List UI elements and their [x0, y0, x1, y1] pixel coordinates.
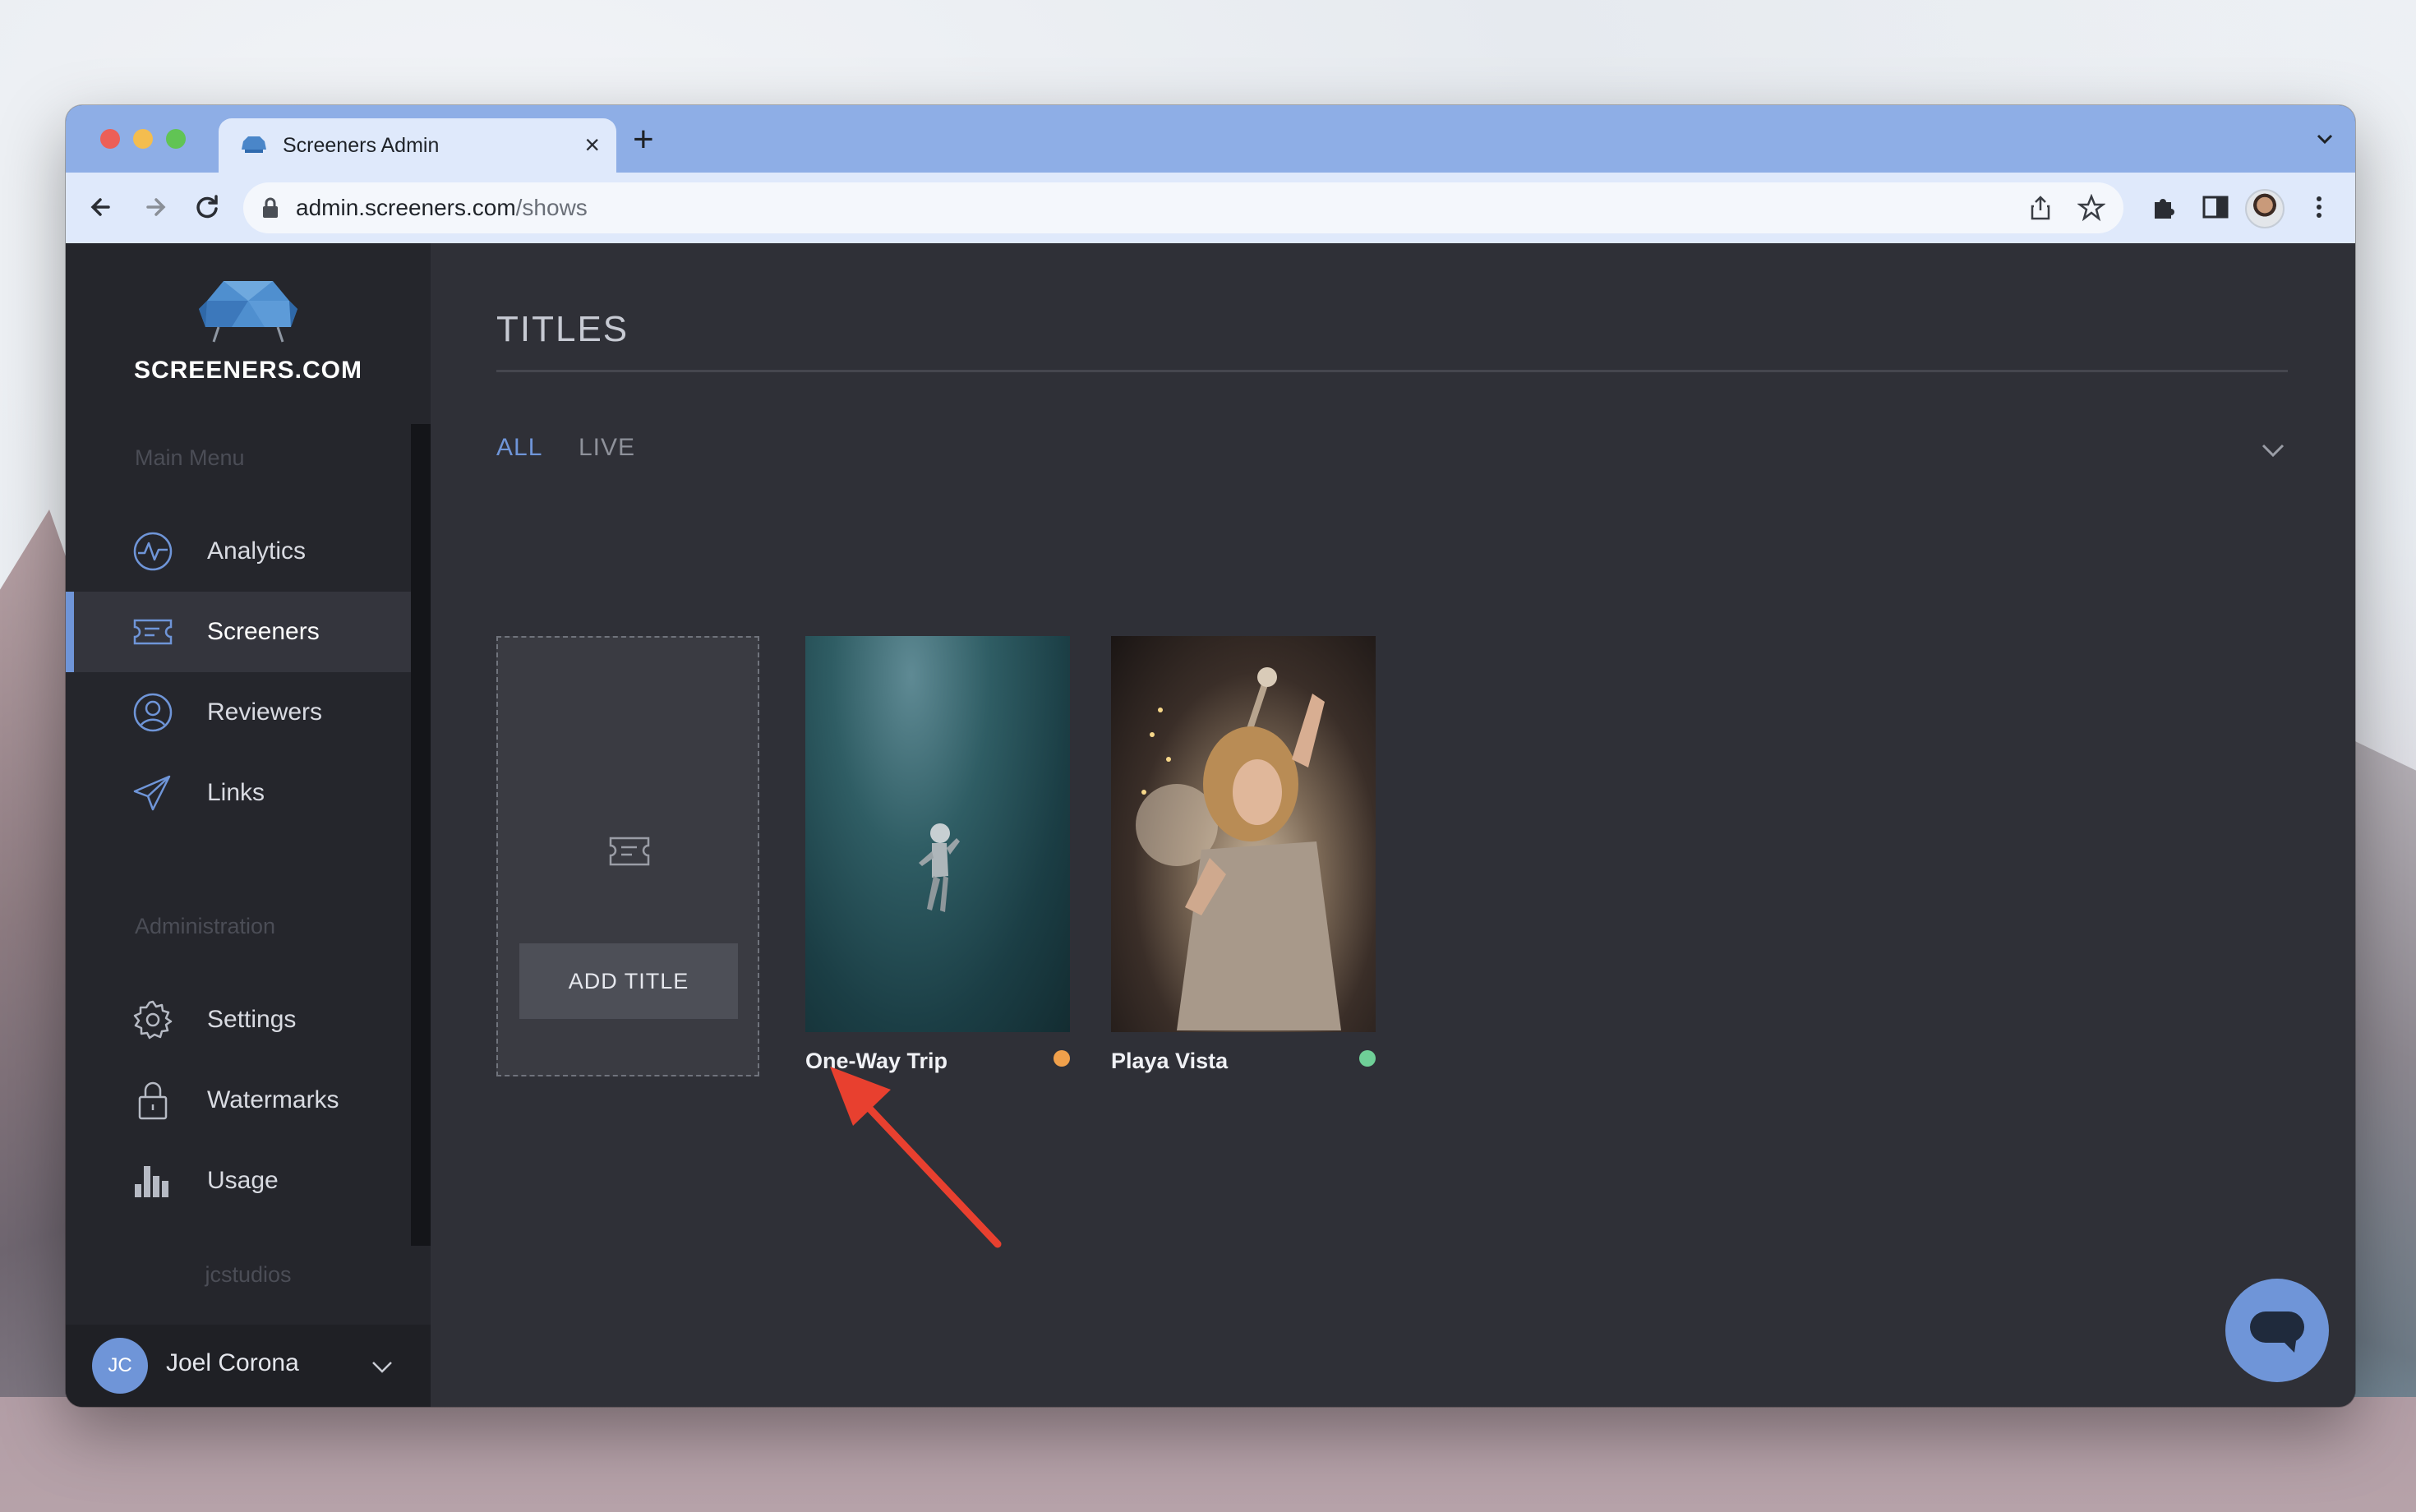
administration-label: Administration — [135, 914, 276, 938]
sidebar-item-links[interactable]: Links — [66, 753, 411, 833]
filter-tab-live[interactable]: LIVE — [579, 434, 635, 462]
ticket-icon — [133, 619, 173, 645]
url-host: admin.screeners.com — [296, 195, 516, 220]
address-bar[interactable]: admin.screeners.com/shows — [243, 182, 2123, 233]
chat-support-button[interactable] — [2225, 1279, 2329, 1382]
lock-icon — [138, 1081, 168, 1120]
browser-tab-strip: Screeners Admin × + — [66, 105, 2355, 173]
sidebar-item-label: Usage — [207, 1167, 279, 1194]
pulse-icon — [133, 532, 173, 571]
title-divider — [496, 370, 2288, 372]
profile-avatar[interactable] — [2245, 189, 2285, 228]
brand-logo[interactable]: SCREENERS.COM — [66, 276, 431, 385]
browser-toolbar: admin.screeners.com/shows — [66, 173, 2355, 244]
sidebar-item-usage[interactable]: Usage — [66, 1141, 411, 1221]
chat-bubble-icon — [2250, 1311, 2304, 1353]
add-title-card[interactable]: ADD TITLE — [496, 636, 759, 1076]
new-tab-icon[interactable]: + — [633, 120, 654, 159]
show-poster[interactable] — [805, 636, 1070, 1032]
show-card[interactable]: One-Way Trip — [805, 636, 1070, 1073]
sidebar-item-reviewers[interactable]: Reviewers — [66, 672, 411, 753]
tab-search-chevron-icon[interactable] — [2312, 127, 2337, 151]
sidebar-item-analytics[interactable]: Analytics — [66, 511, 411, 592]
sidebar: SCREENERS.COM Main Menu Analytics Screen… — [66, 243, 431, 1407]
show-card[interactable]: Playa Vista — [1111, 636, 1376, 1073]
sidebar-item-label: Reviewers — [207, 698, 323, 726]
sidebar-item-screeners[interactable]: Screeners — [66, 592, 411, 672]
bar-chart-icon — [135, 1166, 168, 1197]
annotation-arrow — [830, 1067, 1002, 1248]
dancer-illustration — [1136, 667, 1341, 1030]
chevron-down-icon[interactable] — [2257, 434, 2289, 467]
user-circle-icon — [133, 693, 173, 732]
organization-name: jcstudios — [205, 1262, 292, 1287]
wallpaper-ground — [0, 1397, 2416, 1512]
sidebar-item-label: Links — [207, 779, 265, 806]
show-title[interactable]: Playa Vista — [1111, 1049, 1228, 1074]
app-viewport: SCREENERS.COM Main Menu Analytics Screen… — [66, 243, 2355, 1407]
sidebar-item-settings[interactable]: Settings — [66, 980, 411, 1060]
logo-text: SCREENERS.COM — [133, 357, 363, 384]
sidebar-item-label: Settings — [207, 1006, 297, 1033]
gear-icon — [133, 1000, 173, 1040]
browser-tab[interactable]: Screeners Admin × — [219, 118, 616, 173]
sidebar-item-label: Analytics — [207, 537, 307, 565]
close-window-button[interactable] — [100, 129, 120, 149]
user-avatar: JC — [92, 1338, 148, 1394]
user-name: Joel Corona — [166, 1349, 299, 1376]
sidebar-item-watermarks[interactable]: Watermarks — [66, 1060, 411, 1141]
share-icon[interactable] — [2026, 194, 2054, 222]
minimize-window-button[interactable] — [133, 129, 153, 149]
fullscreen-window-button[interactable] — [166, 129, 186, 149]
main-menu-label: Main Menu — [135, 445, 245, 470]
sidebar-scrollbar[interactable] — [411, 424, 431, 1246]
astronaut-illustration — [919, 823, 960, 912]
main-content: TITLES ALL LIVE ADD TITLE One-Way Trip P… — [431, 243, 2355, 1407]
user-menu[interactable]: JC Joel Corona — [66, 1325, 431, 1407]
filter-tab-all[interactable]: ALL — [496, 434, 542, 462]
forward-arrow-icon[interactable] — [136, 189, 173, 225]
lock-icon — [263, 197, 278, 218]
tab-title: Screeners Admin — [283, 133, 440, 157]
bookmark-star-icon[interactable] — [2077, 194, 2105, 222]
back-arrow-icon[interactable] — [84, 189, 120, 225]
add-title-button[interactable]: ADD TITLE — [519, 943, 738, 1019]
page-title: TITLES — [496, 309, 629, 349]
show-poster[interactable] — [1111, 636, 1376, 1032]
url-path: /shows — [515, 195, 588, 220]
paper-plane-icon — [133, 775, 171, 811]
side-panel-icon[interactable] — [2199, 191, 2232, 224]
extensions-puzzle-icon[interactable] — [2148, 191, 2181, 224]
close-tab-icon[interactable]: × — [584, 130, 600, 159]
sofa-favicon-icon — [242, 136, 266, 153]
browser-window: Screeners Admin × + admin.screeners.com /… — [66, 105, 2355, 1407]
sidebar-item-label: Screeners — [207, 618, 320, 645]
kebab-menu-icon[interactable] — [2303, 191, 2335, 224]
sidebar-item-label: Watermarks — [207, 1086, 339, 1113]
reload-icon[interactable] — [189, 189, 225, 225]
status-dot — [1054, 1050, 1070, 1067]
sofa-logo-icon — [199, 281, 297, 343]
status-dot — [1359, 1050, 1376, 1067]
ticket-icon — [609, 837, 650, 866]
chevron-down-icon[interactable] — [368, 1353, 396, 1381]
